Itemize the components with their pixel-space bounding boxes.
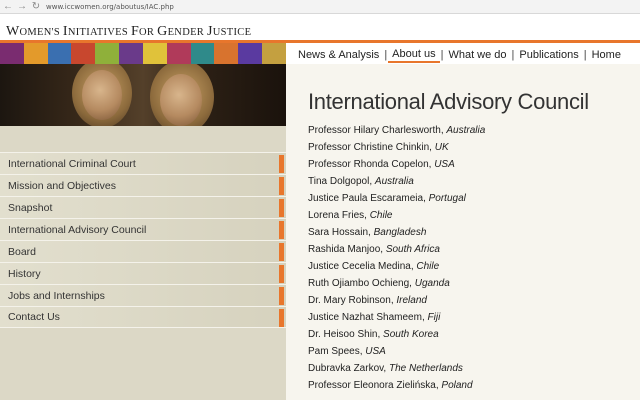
member-name: Justice Cecelia Medina <box>308 261 411 272</box>
address-bar[interactable]: www.iccwomen.org/aboutus/IAC.php <box>46 3 174 11</box>
list-item: Tina Dolgopol, Australia <box>308 176 414 187</box>
sidebar-item-label: History <box>8 267 41 280</box>
nav-link-about-us[interactable]: About us <box>388 48 440 63</box>
list-item: Professor Eleonora Zielińska, Poland <box>308 380 473 391</box>
sidebar-item-label: International Advisory Council <box>8 223 147 236</box>
sidebar-item-tab <box>279 221 284 239</box>
browser-toolbar: ← → ↻ www.iccwomen.org/aboutus/IAC.php <box>0 0 640 14</box>
list-item: Professor Rhonda Copelon, USA <box>308 159 455 170</box>
sidebar-item-label: Board <box>8 245 37 258</box>
member-country: South Africa <box>385 244 440 255</box>
member-country: Ireland <box>396 295 427 306</box>
site-title-cap: F <box>130 24 140 39</box>
sidebar-item-international-advisory-council[interactable]: International Advisory Council <box>0 218 286 240</box>
member-name: Justice Paula Escarameia <box>308 193 424 204</box>
page-title: International Advisory Council <box>308 89 589 114</box>
member-country: South Korea <box>383 329 439 340</box>
site-title-smallcaps: OMEN'S <box>19 27 63 38</box>
list-item: Lorena Fries, Chile <box>308 210 393 221</box>
sidebar-item-mission-and-objectives[interactable]: Mission and Objectives <box>0 174 286 196</box>
site-title-smallcaps: NITIATIVES <box>67 27 131 38</box>
sidebar-item-tab <box>279 155 284 173</box>
list-item: Dr. Mary Robinson, Ireland <box>308 295 427 306</box>
list-item: Professor Christine Chinkin, UK <box>308 142 449 153</box>
member-country: Chile <box>416 261 440 272</box>
site-title-smallcaps: OR <box>139 27 158 38</box>
member-name: Sara Hossain <box>308 227 369 238</box>
list-item: Rashida Manjoo, South Africa <box>308 244 440 255</box>
sidebar-item-label: Mission and Objectives <box>8 179 116 192</box>
sidebar-item-label: Contact Us <box>8 311 60 323</box>
sidebar-item-board[interactable]: Board <box>0 240 286 262</box>
member-country: USA <box>434 159 455 170</box>
nav-link-news-analysis[interactable]: News & Analysis <box>294 49 383 61</box>
top-navigation: News & Analysis | About us | What we do | Publ… <box>294 46 625 64</box>
main-content: International Advisory Council Professor… <box>286 64 640 400</box>
member-name: Rashida Manjoo <box>308 244 381 255</box>
sidebar-item-jobs-and-internships[interactable]: Jobs and Internships <box>0 284 286 306</box>
sidebar-item-tab <box>279 287 284 305</box>
member-name: Tina Dolgopol <box>308 176 370 187</box>
sidebar: International Criminal Court Mission and … <box>0 64 286 400</box>
member-name: Professor Rhonda Copelon <box>308 159 429 170</box>
sidebar-item-history[interactable]: History <box>0 262 286 284</box>
header-photo <box>0 64 286 126</box>
site-title-smallcaps: ENDER <box>167 27 208 38</box>
list-item: Justice Paula Escarameia, Portugal <box>308 193 466 204</box>
list-item: Dr. Heisoo Shin, South Korea <box>308 329 439 340</box>
back-arrow-icon[interactable]: ← <box>2 1 14 13</box>
member-country: Portugal <box>428 193 466 204</box>
decorative-pattern-strip <box>0 43 286 64</box>
sidebar-item-tab <box>279 309 284 327</box>
nav-link-what-we-do[interactable]: What we do <box>444 49 510 61</box>
member-country: Poland <box>441 380 473 391</box>
member-name: Lorena Fries <box>308 210 365 221</box>
site-title[interactable]: WOMEN'S INITIATIVES FOR GENDER JUSTICE <box>6 24 251 40</box>
member-name: Justice Nazhat Shameem <box>308 312 422 323</box>
list-item: Pam Spees, USA <box>308 346 386 357</box>
sidebar-menu: International Criminal Court Mission and … <box>0 152 286 328</box>
sidebar-item-tab <box>279 243 284 261</box>
member-country: The Netherlands <box>388 363 463 374</box>
member-name: Dr. Mary Robinson <box>308 295 391 306</box>
sidebar-item-snapshot[interactable]: Snapshot <box>0 196 286 218</box>
sidebar-item-label: Jobs and Internships <box>8 289 105 302</box>
member-name: Professor Hilary Charlesworth <box>308 125 441 136</box>
member-list: Professor Hilary Charlesworth, Australia… <box>308 122 485 394</box>
member-country: Bangladesh <box>373 227 427 238</box>
site-title-smallcaps: USTICE <box>212 27 252 38</box>
member-name: Dubravka Zarkov <box>308 363 384 374</box>
member-country: Australia <box>374 176 414 187</box>
forward-arrow-icon[interactable]: → <box>16 1 28 13</box>
list-item: Dubravka Zarkov, The Netherlands <box>308 363 463 374</box>
member-country: USA <box>365 346 386 357</box>
nav-link-home[interactable]: Home <box>588 49 625 61</box>
sidebar-item-tab <box>279 265 284 283</box>
sidebar-item-international-criminal-court[interactable]: International Criminal Court <box>0 152 286 174</box>
sidebar-item-label: International Criminal Court <box>8 157 136 170</box>
member-country: UK <box>434 142 449 153</box>
member-country: Chile <box>369 210 393 221</box>
member-name: Professor Christine Chinkin <box>308 142 430 153</box>
member-name: Professor Eleonora Zielińska <box>308 380 436 391</box>
member-name: Ruth Ojiambo Ochieng <box>308 278 410 289</box>
list-item: Sara Hossain, Bangladesh <box>308 227 427 238</box>
list-item: Justice Nazhat Shameem, Fiji <box>308 312 441 323</box>
site-title-cap: G <box>157 24 168 39</box>
member-name: Pam Spees <box>308 346 360 357</box>
member-country: Australia <box>446 125 486 136</box>
member-country: Uganda <box>414 278 450 289</box>
sidebar-item-contact-us[interactable]: Contact Us <box>0 306 286 328</box>
list-item: Justice Cecelia Medina, Chile <box>308 261 440 272</box>
nav-link-publications[interactable]: Publications <box>515 49 582 61</box>
sidebar-item-tab <box>279 177 284 195</box>
reload-icon[interactable]: ↻ <box>30 1 42 13</box>
member-country: Fiji <box>427 312 441 323</box>
list-item: Ruth Ojiambo Ochieng, Uganda <box>308 278 450 289</box>
site-title-cap: W <box>6 24 20 39</box>
sidebar-item-label: Snapshot <box>8 201 53 214</box>
list-item: Professor Hilary Charlesworth, Australia <box>308 125 486 136</box>
sidebar-item-tab <box>279 199 284 217</box>
member-name: Dr. Heisoo Shin <box>308 329 378 340</box>
